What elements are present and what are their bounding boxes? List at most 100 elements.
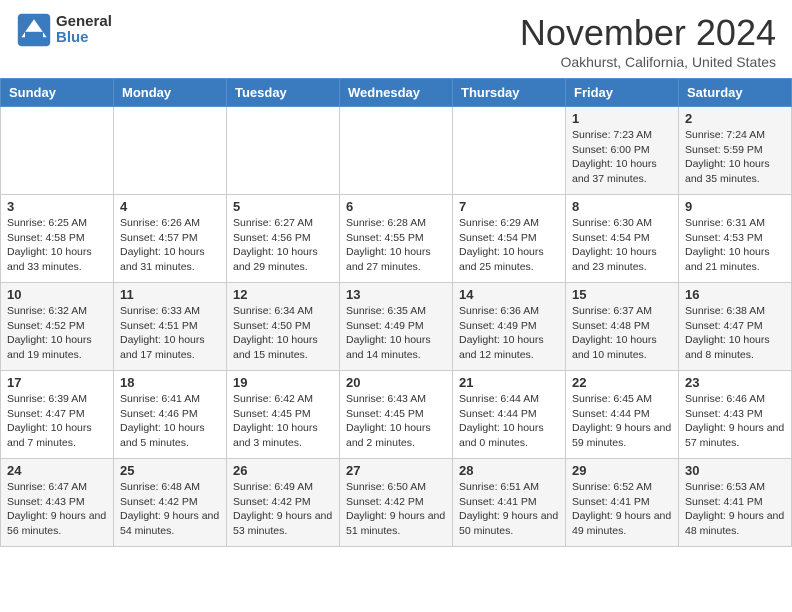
calendar-day-cell: 15 Sunrise: 6:37 AM Sunset: 4:48 PM Dayli… <box>566 283 679 371</box>
day-info: Sunrise: 6:50 AM Sunset: 4:42 PM Dayligh… <box>346 480 446 539</box>
calendar-day-cell: 16 Sunrise: 6:38 AM Sunset: 4:47 PM Dayli… <box>679 283 792 371</box>
day-number: 12 <box>233 287 333 302</box>
day-info: Sunrise: 6:44 AM Sunset: 4:44 PM Dayligh… <box>459 392 559 451</box>
day-number: 5 <box>233 199 333 214</box>
day-number: 14 <box>459 287 559 302</box>
day-info: Sunrise: 6:43 AM Sunset: 4:45 PM Dayligh… <box>346 392 446 451</box>
calendar-day-cell <box>227 107 340 195</box>
day-number: 30 <box>685 463 785 478</box>
day-number: 26 <box>233 463 333 478</box>
calendar-day-cell: 7Sunrise: 6:29 AM Sunset: 4:54 PM Daylig… <box>453 195 566 283</box>
calendar-day-cell <box>1 107 114 195</box>
calendar-day-cell: 30 Sunrise: 6:53 AM Sunset: 4:41 PM Dayli… <box>679 459 792 547</box>
day-info: Sunrise: 6:25 AM Sunset: 4:58 PM Dayligh… <box>7 216 107 275</box>
day-number: 2 <box>685 111 785 126</box>
calendar-day-cell: 25 Sunrise: 6:48 AM Sunset: 4:42 PM Dayli… <box>114 459 227 547</box>
day-number: 3 <box>7 199 107 214</box>
weekday-header-row: SundayMondayTuesdayWednesdayThursdayFrid… <box>1 79 792 107</box>
day-number: 10 <box>7 287 107 302</box>
day-info: Sunrise: 6:41 AM Sunset: 4:46 PM Dayligh… <box>120 392 220 451</box>
calendar-day-cell: 19Sunrise: 6:42 AM Sunset: 4:45 PM Dayli… <box>227 371 340 459</box>
weekday-header-cell: Thursday <box>453 79 566 107</box>
day-info: Sunrise: 6:46 AM Sunset: 4:43 PM Dayligh… <box>685 392 785 451</box>
day-number: 17 <box>7 375 107 390</box>
calendar-day-cell: 22 Sunrise: 6:45 AM Sunset: 4:44 PM Dayli… <box>566 371 679 459</box>
day-number: 27 <box>346 463 446 478</box>
calendar-day-cell: 23 Sunrise: 6:46 AM Sunset: 4:43 PM Dayli… <box>679 371 792 459</box>
day-number: 28 <box>459 463 559 478</box>
day-info: Sunrise: 6:51 AM Sunset: 4:41 PM Dayligh… <box>459 480 559 539</box>
day-number: 8 <box>572 199 672 214</box>
day-info: Sunrise: 7:23 AM Sunset: 6:00 PM Dayligh… <box>572 128 672 187</box>
calendar-day-cell: 28 Sunrise: 6:51 AM Sunset: 4:41 PM Dayli… <box>453 459 566 547</box>
day-info: Sunrise: 6:37 AM Sunset: 4:48 PM Dayligh… <box>572 304 672 363</box>
day-number: 6 <box>346 199 446 214</box>
day-number: 20 <box>346 375 446 390</box>
day-info: Sunrise: 6:29 AM Sunset: 4:54 PM Dayligh… <box>459 216 559 275</box>
day-number: 1 <box>572 111 672 126</box>
day-info: Sunrise: 6:39 AM Sunset: 4:47 PM Dayligh… <box>7 392 107 451</box>
weekday-header-cell: Tuesday <box>227 79 340 107</box>
calendar-week-row: 17 Sunrise: 6:39 AM Sunset: 4:47 PM Dayli… <box>1 371 792 459</box>
day-number: 11 <box>120 287 220 302</box>
day-number: 22 <box>572 375 672 390</box>
calendar-day-cell: 18Sunrise: 6:41 AM Sunset: 4:46 PM Dayli… <box>114 371 227 459</box>
day-info: Sunrise: 6:35 AM Sunset: 4:49 PM Dayligh… <box>346 304 446 363</box>
calendar-day-cell: 3 Sunrise: 6:25 AM Sunset: 4:58 PM Daylig… <box>1 195 114 283</box>
day-number: 16 <box>685 287 785 302</box>
day-info: Sunrise: 6:33 AM Sunset: 4:51 PM Dayligh… <box>120 304 220 363</box>
calendar-day-cell: 5 Sunrise: 6:27 AM Sunset: 4:56 PM Daylig… <box>227 195 340 283</box>
calendar-day-cell: 17 Sunrise: 6:39 AM Sunset: 4:47 PM Dayli… <box>1 371 114 459</box>
calendar-day-cell <box>453 107 566 195</box>
logo-blue: Blue <box>56 30 112 47</box>
day-info: Sunrise: 6:26 AM Sunset: 4:57 PM Dayligh… <box>120 216 220 275</box>
page-header: General Blue November 2024 Oakhurst, Cal… <box>0 0 792 78</box>
day-info: Sunrise: 6:28 AM Sunset: 4:55 PM Dayligh… <box>346 216 446 275</box>
day-number: 29 <box>572 463 672 478</box>
calendar-day-cell: 20 Sunrise: 6:43 AM Sunset: 4:45 PM Dayli… <box>340 371 453 459</box>
calendar-day-cell: 21 Sunrise: 6:44 AM Sunset: 4:44 PM Dayli… <box>453 371 566 459</box>
day-info: Sunrise: 6:30 AM Sunset: 4:54 PM Dayligh… <box>572 216 672 275</box>
day-info: Sunrise: 6:45 AM Sunset: 4:44 PM Dayligh… <box>572 392 672 451</box>
logo: General Blue <box>16 12 112 48</box>
logo-text: General Blue <box>56 14 112 47</box>
calendar-body: 1 Sunrise: 7:23 AM Sunset: 6:00 PM Daylig… <box>1 107 792 547</box>
day-number: 24 <box>7 463 107 478</box>
calendar-day-cell: 1 Sunrise: 7:23 AM Sunset: 6:00 PM Daylig… <box>566 107 679 195</box>
day-info: Sunrise: 6:42 AM Sunset: 4:45 PM Dayligh… <box>233 392 333 451</box>
calendar-day-cell: 27 Sunrise: 6:50 AM Sunset: 4:42 PM Dayli… <box>340 459 453 547</box>
calendar-day-cell: 12 Sunrise: 6:34 AM Sunset: 4:50 PM Dayli… <box>227 283 340 371</box>
day-info: Sunrise: 7:24 AM Sunset: 5:59 PM Dayligh… <box>685 128 785 187</box>
day-number: 25 <box>120 463 220 478</box>
day-info: Sunrise: 6:36 AM Sunset: 4:49 PM Dayligh… <box>459 304 559 363</box>
day-info: Sunrise: 6:49 AM Sunset: 4:42 PM Dayligh… <box>233 480 333 539</box>
day-info: Sunrise: 6:32 AM Sunset: 4:52 PM Dayligh… <box>7 304 107 363</box>
weekday-header-cell: Saturday <box>679 79 792 107</box>
weekday-header-cell: Wednesday <box>340 79 453 107</box>
day-number: 15 <box>572 287 672 302</box>
location: Oakhurst, California, United States <box>520 54 776 70</box>
calendar-day-cell: 10 Sunrise: 6:32 AM Sunset: 4:52 PM Dayli… <box>1 283 114 371</box>
calendar-table: SundayMondayTuesdayWednesdayThursdayFrid… <box>0 78 792 547</box>
calendar-day-cell: 9Sunrise: 6:31 AM Sunset: 4:53 PM Daylig… <box>679 195 792 283</box>
day-number: 23 <box>685 375 785 390</box>
day-info: Sunrise: 6:27 AM Sunset: 4:56 PM Dayligh… <box>233 216 333 275</box>
calendar-day-cell: 13 Sunrise: 6:35 AM Sunset: 4:49 PM Dayli… <box>340 283 453 371</box>
calendar-day-cell: 24Sunrise: 6:47 AM Sunset: 4:43 PM Dayli… <box>1 459 114 547</box>
day-info: Sunrise: 6:34 AM Sunset: 4:50 PM Dayligh… <box>233 304 333 363</box>
day-info: Sunrise: 6:38 AM Sunset: 4:47 PM Dayligh… <box>685 304 785 363</box>
day-info: Sunrise: 6:31 AM Sunset: 4:53 PM Dayligh… <box>685 216 785 275</box>
day-number: 13 <box>346 287 446 302</box>
calendar-week-row: 24Sunrise: 6:47 AM Sunset: 4:43 PM Dayli… <box>1 459 792 547</box>
month-title: November 2024 <box>520 12 776 54</box>
calendar-day-cell: 11 Sunrise: 6:33 AM Sunset: 4:51 PM Dayli… <box>114 283 227 371</box>
day-info: Sunrise: 6:48 AM Sunset: 4:42 PM Dayligh… <box>120 480 220 539</box>
day-number: 4 <box>120 199 220 214</box>
day-info: Sunrise: 6:52 AM Sunset: 4:41 PM Dayligh… <box>572 480 672 539</box>
calendar-week-row: 3 Sunrise: 6:25 AM Sunset: 4:58 PM Daylig… <box>1 195 792 283</box>
calendar-day-cell: 14 Sunrise: 6:36 AM Sunset: 4:49 PM Dayli… <box>453 283 566 371</box>
calendar-day-cell: 4 Sunrise: 6:26 AM Sunset: 4:57 PM Daylig… <box>114 195 227 283</box>
day-info: Sunrise: 6:53 AM Sunset: 4:41 PM Dayligh… <box>685 480 785 539</box>
calendar-day-cell: 6 Sunrise: 6:28 AM Sunset: 4:55 PM Daylig… <box>340 195 453 283</box>
day-number: 21 <box>459 375 559 390</box>
